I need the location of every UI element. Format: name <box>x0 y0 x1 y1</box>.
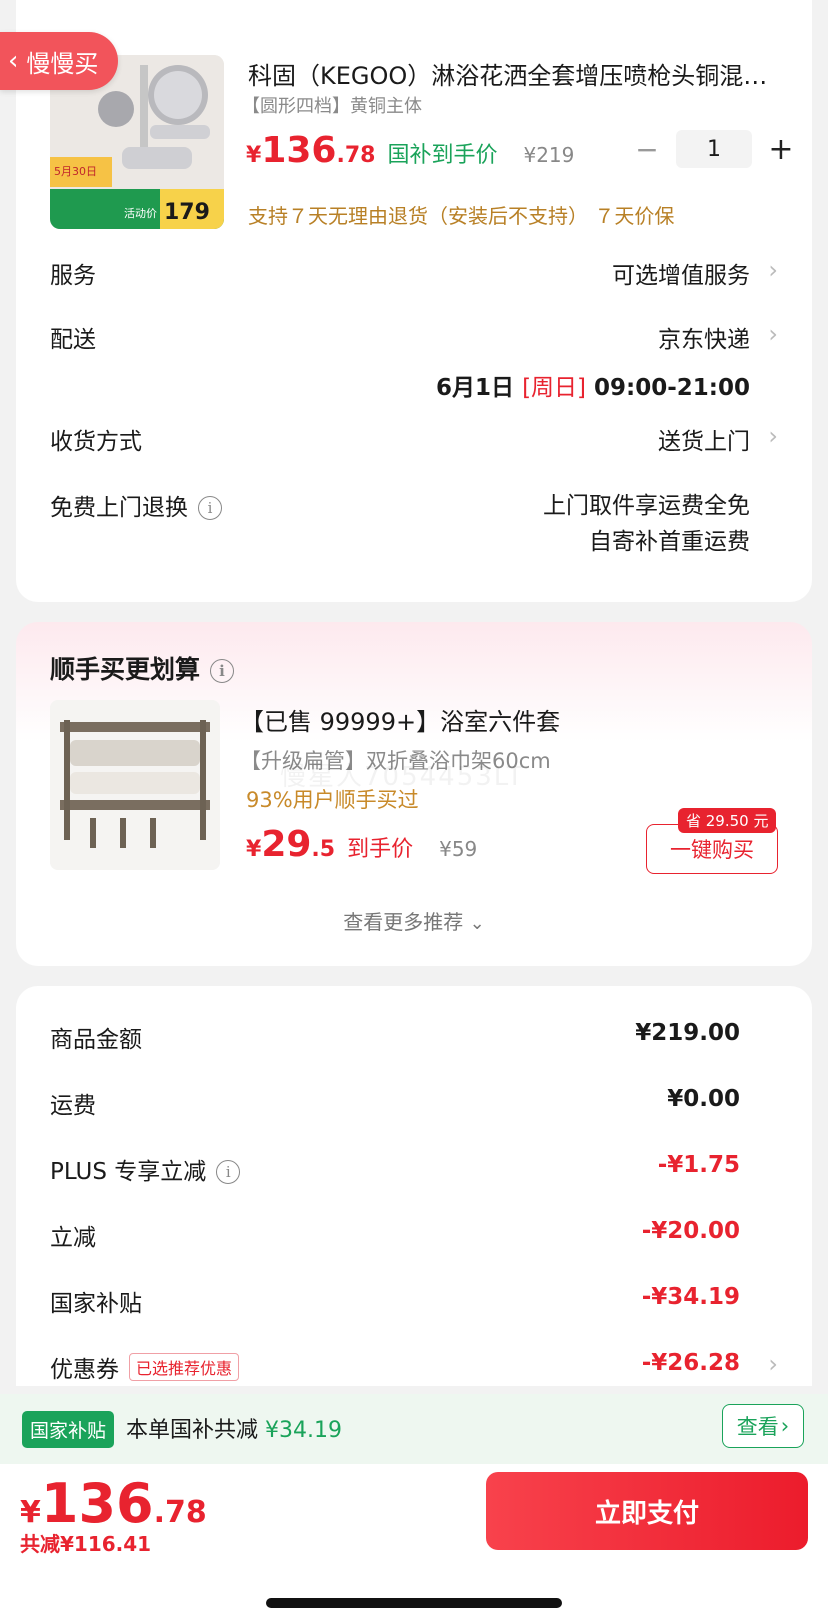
subsidy-strip <box>0 1394 828 1464</box>
pay-now-button[interactable]: 立即支付 <box>486 1472 808 1550</box>
back-button-label: 慢慢买 <box>26 49 99 78</box>
price-integer: 136 <box>40 1472 154 1535</box>
chevron-right-icon: › <box>768 1350 778 1378</box>
quantity-stepper: − 1 + <box>632 130 796 168</box>
price-decimal: .78 <box>153 1495 207 1530</box>
delivery-weekday: [周日] <box>522 375 587 401</box>
recommend-title-text: 顺手买更划算 <box>50 655 201 684</box>
price-decimal: .78 <box>336 143 376 168</box>
delivery-value: 京东快递 <box>658 327 750 353</box>
subsidy-amount: ¥34.19 <box>265 1418 342 1443</box>
summary-label: PLUS 专享立减 <box>50 1159 207 1185</box>
subsidy-text: 本单国补共减 ¥34.19 <box>126 1412 342 1444</box>
summary-label-wrap: PLUS 专享立减 i <box>50 1152 241 1186</box>
original-price: ¥219 <box>523 143 575 167</box>
subsidy-label: 本单国补共减 <box>126 1418 259 1443</box>
price-yen: ¥ <box>20 1495 41 1530</box>
summary-label: 运费 <box>50 1093 96 1119</box>
price-yen: ¥ <box>246 143 262 168</box>
price-label: 到手价 <box>347 837 414 862</box>
chevron-down-icon: ⌄ <box>469 913 485 934</box>
quantity-input[interactable]: 1 <box>676 130 752 168</box>
summary-value: -¥34.19 <box>641 1284 740 1310</box>
back-button[interactable]: ‹ 慢慢买 <box>0 32 118 90</box>
chevron-right-icon: › <box>768 256 778 284</box>
recommend-sold-note: 93%用户顺手买过 <box>246 788 419 812</box>
minus-button[interactable]: − <box>632 133 662 166</box>
free-exchange-label: 免费上门退换 <box>50 495 188 521</box>
price-integer: 29 <box>261 824 312 865</box>
price-label: 国补到手价 <box>387 143 498 168</box>
subsidy-tag: 国家补贴 <box>22 1411 115 1448</box>
total-saved: 共减¥116.41 <box>20 1532 152 1556</box>
recommend-product-title[interactable]: 【已售 99999+】浴室六件套 <box>240 702 560 737</box>
summary-value: ¥0.00 <box>667 1086 740 1112</box>
coupon-tag: 已选推荐优惠 <box>129 1353 240 1381</box>
more-recommendations-label: 查看更多推荐 <box>343 910 464 934</box>
price-integer: 136 <box>261 130 337 171</box>
chevron-right-icon: › <box>768 320 778 348</box>
return-policy-note: 支持７天无理由退货（安装后不支持） ７天价保 <box>248 204 675 228</box>
view-label: 查看 <box>736 1415 779 1439</box>
summary-value: ¥219.00 <box>635 1020 740 1046</box>
total-price: ¥ 136 .78 <box>20 1472 207 1535</box>
receive-label: 收货方式 <box>50 429 142 455</box>
chevron-right-icon: › <box>768 422 778 450</box>
delivery-day: 6月1日 <box>436 375 515 401</box>
info-icon[interactable]: i <box>198 496 222 520</box>
delivery-time: 09:00-21:00 <box>594 375 750 401</box>
summary-value: -¥1.75 <box>657 1152 740 1178</box>
price-decimal: .5 <box>311 837 336 862</box>
recommend-product-image[interactable] <box>50 700 220 870</box>
summary-label: 商品金额 <box>50 1027 142 1053</box>
summary-label: 立减 <box>50 1225 96 1251</box>
home-indicator <box>266 1598 562 1608</box>
product-spec: 【圆形四档】黄铜主体 <box>242 96 422 117</box>
recommend-section-title: 顺手买更划算 i <box>50 650 235 686</box>
summary-label: 国家补贴 <box>50 1291 142 1317</box>
product-image-promo: 活动价 <box>124 207 157 220</box>
chevron-left-icon: ‹ <box>8 46 19 76</box>
delivery-date: 6月1日 [周日] 09:00-21:00 <box>436 368 750 402</box>
recommend-price: ¥ 29 .5 到手价 ¥59 <box>246 824 477 865</box>
free-exchange-line2: 自寄补首重运费 <box>589 529 750 555</box>
summary-value: -¥20.00 <box>641 1218 740 1244</box>
info-icon[interactable]: i <box>216 1160 241 1184</box>
view-subsidy-button[interactable]: 查看 › <box>722 1404 804 1448</box>
free-exchange-label-wrap: 免费上门退换 i <box>50 488 222 522</box>
coupon-label-wrap: 优惠券 已选推荐优惠 <box>50 1350 240 1384</box>
summary-value: -¥26.28 <box>641 1350 740 1376</box>
service-value: 可选增值服务 <box>612 263 750 289</box>
chevron-right-icon: › <box>780 1414 790 1438</box>
save-badge: 省 29.50 元 <box>678 808 777 833</box>
price-yen: ¥ <box>246 837 262 862</box>
product-price: ¥ 136 .78 国补到手价 ¥219 <box>246 130 574 171</box>
product-title[interactable]: 科固（KEGOO）淋浴花洒全套增压喷枪头铜混… <box>248 56 768 91</box>
plus-button[interactable]: + <box>766 132 796 167</box>
original-price: ¥59 <box>439 837 478 861</box>
summary-label: 优惠券 <box>50 1357 119 1383</box>
receive-value: 送货上门 <box>658 429 750 455</box>
more-recommendations-link[interactable]: 查看更多推荐 ⌄ <box>0 906 828 935</box>
product-image-date: 5月30日 <box>54 165 97 178</box>
service-label: 服务 <box>50 263 96 289</box>
product-image-price: 179 <box>164 200 210 225</box>
delivery-label: 配送 <box>50 327 96 353</box>
free-exchange-line1: 上门取件享运费全免 <box>543 493 750 519</box>
free-exchange-value: 上门取件享运费全免 自寄补首重运费 <box>543 488 750 560</box>
info-icon[interactable]: i <box>210 659 235 683</box>
